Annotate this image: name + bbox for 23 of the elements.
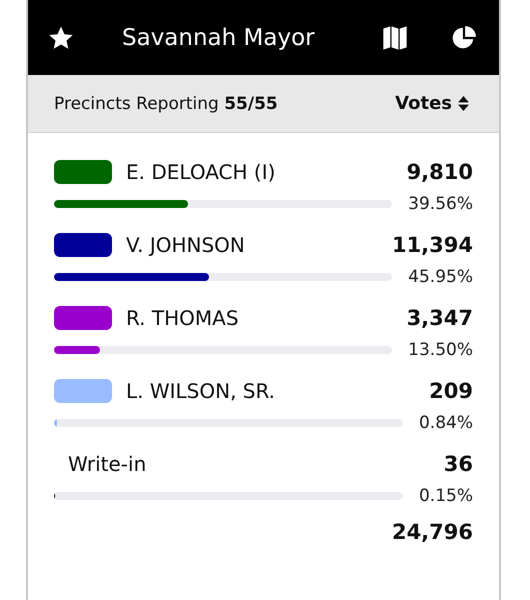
pie-chart-icon[interactable] (451, 24, 477, 50)
candidate-name: L. WILSON, SR. (126, 379, 276, 403)
window-title: Savannah Mayor (122, 24, 316, 50)
vote-percent: 0.15% (418, 486, 473, 506)
candidate-name: E. DELOACH (I) (126, 160, 276, 184)
candidate-name: R. THOMAS (126, 306, 240, 330)
star-icon[interactable] (48, 24, 74, 50)
vote-count: 3,347 (406, 306, 473, 330)
sort-button[interactable]: Votes (395, 93, 469, 114)
vote-percent: 0.84% (418, 413, 473, 433)
total-votes: 24,796 (392, 520, 473, 544)
vote-percent: 45.95% (408, 267, 473, 287)
map-icon[interactable] (381, 24, 409, 52)
vote-count: 11,394 (392, 233, 473, 257)
vote-percent: 13.50% (408, 340, 473, 360)
vote-count: 36 (444, 452, 473, 476)
vote-count: 209 (429, 379, 473, 403)
candidate-name: Write-in (67, 452, 148, 476)
vote-percent: 39.56% (408, 194, 473, 214)
vote-count: 9,810 (406, 160, 473, 184)
sort-icon (458, 96, 469, 111)
precincts-reporting: Precincts Reporting 55/55 (54, 94, 278, 114)
candidate-name: V. JOHNSON (126, 233, 246, 257)
